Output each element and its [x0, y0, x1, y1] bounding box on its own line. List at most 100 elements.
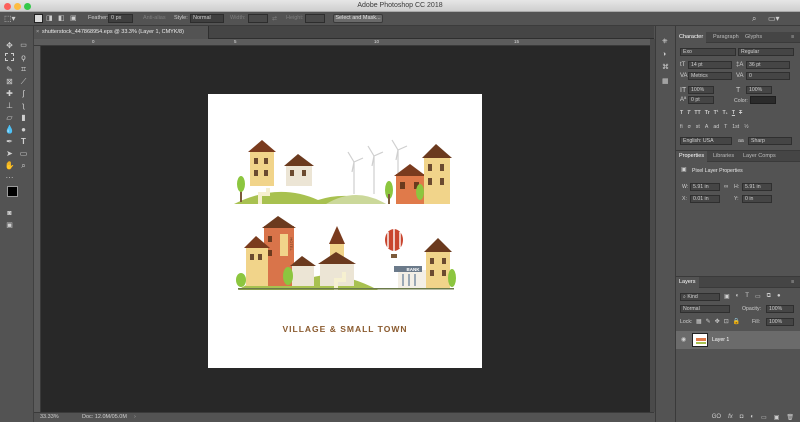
clone-stamp-tool-icon[interactable]: ⊥	[4, 100, 15, 111]
new-layer-icon[interactable]: ▣	[774, 414, 780, 421]
frame-tool-icon[interactable]: ⊠	[4, 76, 15, 87]
layers-panel-menu-icon[interactable]: ≡	[788, 277, 797, 288]
select-and-mask-button[interactable]: Select and Mask...	[333, 14, 383, 23]
add-selection-icon[interactable]: ◨	[46, 14, 53, 22]
path-selection-tool-icon[interactable]: ➤	[4, 148, 15, 159]
move-tool-icon[interactable]: ✥	[4, 40, 15, 51]
zoom-level[interactable]: 33.33%	[40, 414, 59, 420]
canvas-pasteboard[interactable]: HOTEL BANK VILLAGE & SMALL TOWN	[41, 46, 650, 412]
delete-layer-icon[interactable]: 🗑	[786, 414, 794, 421]
filter-shape-icon[interactable]: ▭	[755, 293, 761, 301]
close-document-icon[interactable]: ×	[36, 29, 39, 35]
crop-tool-icon[interactable]: ⌗	[18, 64, 29, 75]
adjustment-layer-icon[interactable]: ◐	[750, 414, 754, 420]
layer-y-input[interactable]: 0 in	[742, 195, 772, 203]
fractions-button[interactable]: ½	[744, 124, 748, 134]
workspace-icon[interactable]: ▭▾	[768, 14, 780, 23]
horizontal-scale-input[interactable]: 100%	[746, 86, 772, 94]
style-select[interactable]: Normal	[190, 14, 224, 23]
faux-bold-button[interactable]: T	[680, 110, 683, 120]
link-dimensions-icon[interactable]: ∞	[724, 184, 728, 190]
healing-brush-tool-icon[interactable]: ✚	[4, 88, 15, 99]
hand-tool-icon[interactable]: ✋	[4, 160, 15, 171]
search-icon[interactable]: ⌕	[752, 14, 756, 24]
tab-properties[interactable]: Properties	[676, 151, 708, 162]
swatches-panel-icon[interactable]: ▦	[662, 78, 669, 85]
tracking-select[interactable]: 0	[746, 72, 790, 80]
link-layers-icon[interactable]: GO	[712, 414, 721, 420]
kerning-select[interactable]: Metrics	[688, 72, 732, 80]
filter-adjustment-icon[interactable]: ◐	[736, 293, 740, 301]
swash-button[interactable]: A	[705, 124, 708, 134]
superscript-button[interactable]: T¹	[714, 110, 719, 120]
rectangle-tool-icon[interactable]: ▭	[18, 148, 29, 159]
tab-layer-comps[interactable]: Layer Comps	[740, 151, 779, 162]
font-size-input[interactable]: 14 pt	[688, 61, 732, 69]
rect-marquee-preset-icon[interactable]: ⬚▾	[4, 14, 16, 23]
tab-paragraph[interactable]: Paragraph	[710, 32, 742, 43]
history-brush-tool-icon[interactable]: ʅ	[18, 100, 29, 111]
add-mask-icon[interactable]: ◘	[740, 414, 744, 420]
layer-width-input[interactable]: 5.91 in	[690, 183, 720, 191]
filter-smart-object-icon[interactable]: ⧉	[767, 293, 771, 301]
tab-glyphs[interactable]: Glyphs	[742, 32, 765, 43]
underline-button[interactable]: T	[732, 110, 735, 120]
lock-all-icon[interactable]: 🔒	[733, 318, 740, 326]
new-selection-icon[interactable]	[34, 14, 43, 23]
document-info[interactable]: Doc: 12.0M/05.0M	[82, 414, 127, 420]
screen-mode-icon[interactable]: ▣	[4, 220, 15, 231]
lock-pixels-icon[interactable]: ✎	[706, 318, 711, 326]
vertical-scale-input[interactable]: 100%	[688, 86, 714, 94]
layer-style-icon[interactable]: fx	[728, 414, 733, 420]
swap-dimensions-icon[interactable]: ⇄	[272, 15, 277, 22]
small-caps-button[interactable]: Tr	[705, 110, 710, 120]
pen-tool-icon[interactable]: ✒	[4, 136, 15, 147]
ligatures-button[interactable]: fi	[680, 124, 683, 134]
leading-input[interactable]: 36 pt	[746, 61, 790, 69]
fill-input[interactable]: 100%	[766, 318, 794, 326]
language-select[interactable]: English: USA	[680, 137, 732, 145]
document-canvas[interactable]: HOTEL BANK VILLAGE & SMALL TOWN	[208, 94, 482, 368]
baseline-shift-input[interactable]: 0 pt	[688, 96, 714, 104]
strikethrough-button[interactable]: T	[739, 110, 742, 120]
lock-position-icon[interactable]: ✥	[715, 318, 720, 326]
lasso-tool-icon[interactable]: ϙ	[18, 52, 29, 63]
font-style-select[interactable]: Regular	[738, 48, 794, 56]
height-input[interactable]	[305, 14, 325, 23]
blur-tool-icon[interactable]: 💧	[4, 124, 15, 135]
subtract-selection-icon[interactable]: ◧	[58, 14, 65, 22]
blend-mode-select[interactable]: Normal	[680, 305, 730, 313]
lock-artboard-icon[interactable]: ⊡	[724, 318, 729, 326]
quick-selection-tool-icon[interactable]: ✎	[4, 64, 15, 75]
lock-transparent-icon[interactable]: ▦	[696, 318, 702, 326]
info-menu-arrow-icon[interactable]: ›	[134, 414, 136, 420]
adjustments-panel-icon[interactable]: ◑	[662, 51, 666, 58]
type-tool-icon[interactable]: T	[18, 136, 29, 147]
width-input[interactable]	[248, 14, 268, 23]
edit-toolbar-icon[interactable]: ···	[4, 172, 15, 183]
tab-layers[interactable]: Layers	[676, 277, 699, 288]
all-caps-button[interactable]: TT	[694, 110, 700, 120]
tab-libraries[interactable]: Libraries	[710, 151, 737, 162]
contextual-alternates-button[interactable]: σ	[688, 124, 691, 134]
new-group-icon[interactable]: ▭	[761, 414, 767, 421]
document-tab[interactable]: × shutterstock_447868954.eps @ 33.3% (La…	[34, 26, 209, 39]
quick-mask-icon[interactable]: ◙	[4, 208, 15, 219]
text-color-swatch[interactable]	[750, 96, 776, 104]
filter-toggle-icon[interactable]: ●	[777, 293, 781, 301]
marquee-tool-icon[interactable]	[5, 53, 14, 61]
artboard-tool-icon[interactable]: ▭	[18, 40, 29, 51]
antialias-select[interactable]: Sharp	[748, 137, 792, 145]
color-panel-icon[interactable]: ⌘	[662, 64, 669, 71]
brush-tool-icon[interactable]: ʃ	[18, 88, 29, 99]
opacity-input[interactable]: 100%	[766, 305, 794, 313]
subscript-button[interactable]: T₁	[723, 110, 728, 120]
font-family-select[interactable]: Exo	[680, 48, 736, 56]
discretionary-ligatures-button[interactable]: st	[696, 124, 700, 134]
layer-height-input[interactable]: 5.91 in	[742, 183, 772, 191]
layer-row[interactable]: ◉ Layer 1	[676, 331, 800, 349]
dodge-tool-icon[interactable]: ●	[18, 124, 29, 135]
antialias-checkbox[interactable]: Anti-alias	[143, 15, 166, 21]
panel-menu-icon[interactable]: ≡	[788, 32, 797, 43]
layer-x-input[interactable]: 0.01 in	[690, 195, 720, 203]
